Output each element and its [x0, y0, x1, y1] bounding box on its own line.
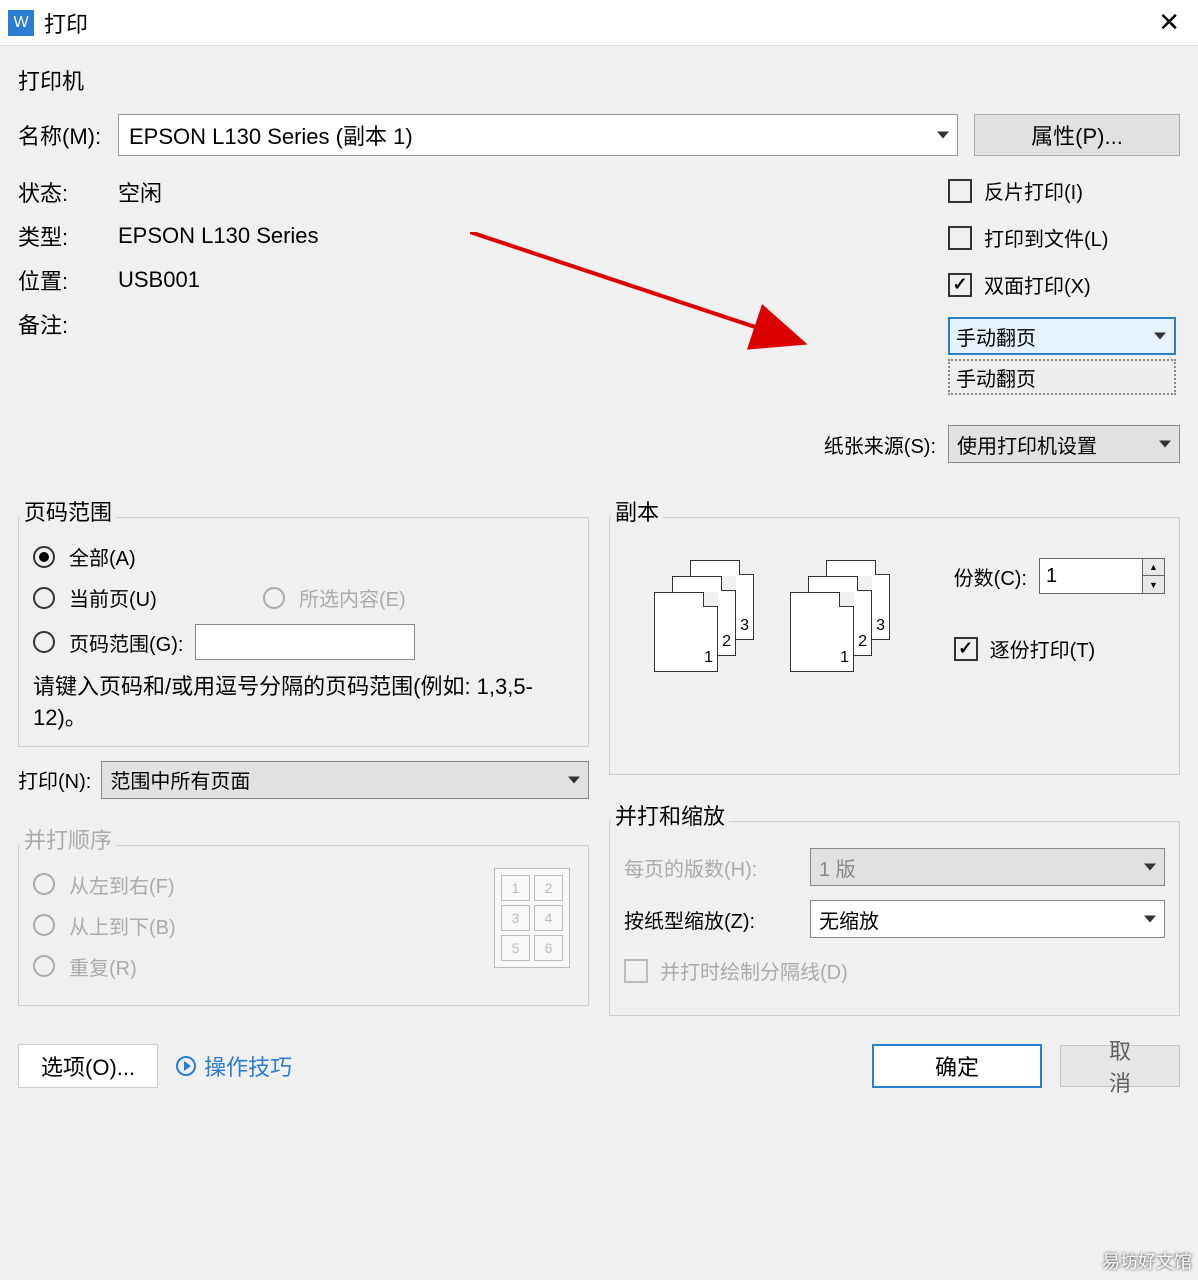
chevron-down-icon: [937, 132, 949, 139]
properties-button[interactable]: 属性(P)...: [974, 114, 1180, 156]
range-header: 页码范围: [20, 495, 116, 527]
radio-icon: [33, 587, 55, 609]
range-all-radio[interactable]: 全部(A): [33, 542, 574, 571]
order-ltr-radio: 从左到右(F): [33, 870, 574, 899]
radio-icon: [263, 587, 285, 609]
chevron-down-icon: [1144, 864, 1156, 871]
zoom-header: 并打和缩放: [611, 799, 729, 831]
mirror-print-checkbox[interactable]: 反片打印(I): [948, 176, 1180, 205]
draw-divider-checkbox: 并打时绘制分隔线(D): [624, 956, 1165, 985]
checkbox-icon: [948, 226, 972, 250]
order-repeat-radio: 重复(R): [33, 952, 574, 981]
type-value: EPSON L130 Series: [118, 223, 319, 249]
app-icon: W: [8, 10, 34, 36]
pages-per-sheet-dropdown: 1 版: [810, 848, 1165, 886]
name-label: 名称(M):: [18, 119, 118, 151]
scale-to-paper-dropdown[interactable]: 无缩放: [810, 900, 1165, 938]
checkbox-icon: [948, 179, 972, 203]
watermark: 易坊好文馆: [1102, 1248, 1192, 1274]
order-preview-icon: 123456: [494, 868, 570, 968]
printer-header: 打印机: [18, 64, 1180, 96]
close-button[interactable]: ✕: [1148, 7, 1190, 38]
checkbox-icon: [624, 959, 648, 983]
mirror-label: 反片打印(I): [984, 176, 1083, 205]
duplex-mode-dropdown[interactable]: 手动翻页: [948, 317, 1176, 355]
chevron-down-icon: [1159, 441, 1171, 448]
collate-checkbox[interactable]: 逐份打印(T): [954, 634, 1165, 663]
print-what-dropdown[interactable]: 范围中所有页面: [101, 761, 589, 799]
paper-source-label: 纸张来源(S):: [824, 430, 936, 459]
location-value: USB001: [118, 267, 200, 293]
checkbox-icon: [948, 273, 972, 297]
spinner-down-icon[interactable]: ▼: [1143, 576, 1164, 593]
paper-source-value: 使用打印机设置: [957, 430, 1097, 459]
chevron-down-icon: [568, 776, 580, 783]
copies-header: 副本: [611, 495, 663, 527]
type-label: 类型:: [18, 220, 118, 252]
status-value: 空闲: [118, 176, 162, 208]
radio-icon: [33, 631, 55, 653]
copies-input[interactable]: 1: [1039, 558, 1143, 594]
cancel-button[interactable]: 取消: [1060, 1045, 1180, 1087]
checkbox-icon: [954, 637, 978, 661]
radio-icon: [33, 955, 55, 977]
note-label: 备注:: [18, 308, 118, 340]
range-pages-radio[interactable]: 页码范围(G):: [33, 624, 574, 660]
print-to-file-checkbox[interactable]: 打印到文件(L): [948, 223, 1180, 252]
pages-input[interactable]: [195, 624, 415, 660]
printer-name-dropdown[interactable]: EPSON L130 Series (副本 1): [118, 114, 958, 156]
radio-icon: [33, 546, 55, 568]
radio-icon: [33, 914, 55, 936]
radio-icon: [33, 873, 55, 895]
range-hint: 请键入页码和/或用逗号分隔的页码范围(例如: 1,3,5-12)。: [33, 672, 574, 734]
window-title: 打印: [44, 7, 1148, 39]
scale-label: 按纸型缩放(Z):: [624, 905, 810, 934]
copies-label: 份数(C):: [954, 562, 1027, 591]
location-label: 位置:: [18, 264, 118, 296]
titlebar: W 打印 ✕: [0, 0, 1198, 46]
chevron-down-icon: [1144, 916, 1156, 923]
duplex-mode-option[interactable]: 手动翻页: [948, 359, 1176, 395]
play-icon: [176, 1056, 196, 1076]
order-ttb-radio: 从上到下(B): [33, 911, 574, 940]
tofile-label: 打印到文件(L): [984, 223, 1108, 252]
pps-label: 每页的版数(H):: [624, 853, 810, 882]
chevron-down-icon: [1154, 333, 1166, 340]
duplex-mode-value: 手动翻页: [956, 322, 1036, 351]
printer-name-value: EPSON L130 Series (副本 1): [129, 119, 413, 151]
tips-link[interactable]: 操作技巧: [176, 1050, 854, 1082]
duplex-label: 双面打印(X): [984, 270, 1091, 299]
copies-spinner[interactable]: ▲▼: [1143, 558, 1165, 594]
paper-source-dropdown[interactable]: 使用打印机设置: [948, 425, 1180, 463]
spinner-up-icon[interactable]: ▲: [1143, 559, 1164, 576]
status-label: 状态:: [18, 176, 118, 208]
range-selection-radio: 所选内容(E): [263, 583, 406, 612]
order-header: 并打顺序: [20, 823, 116, 855]
duplex-checkbox[interactable]: 双面打印(X): [948, 270, 1180, 299]
print-what-label: 打印(N):: [18, 765, 91, 794]
options-button[interactable]: 选项(O)...: [18, 1044, 158, 1088]
range-current-radio[interactable]: 当前页(U): [33, 583, 263, 612]
ok-button[interactable]: 确定: [872, 1044, 1042, 1088]
